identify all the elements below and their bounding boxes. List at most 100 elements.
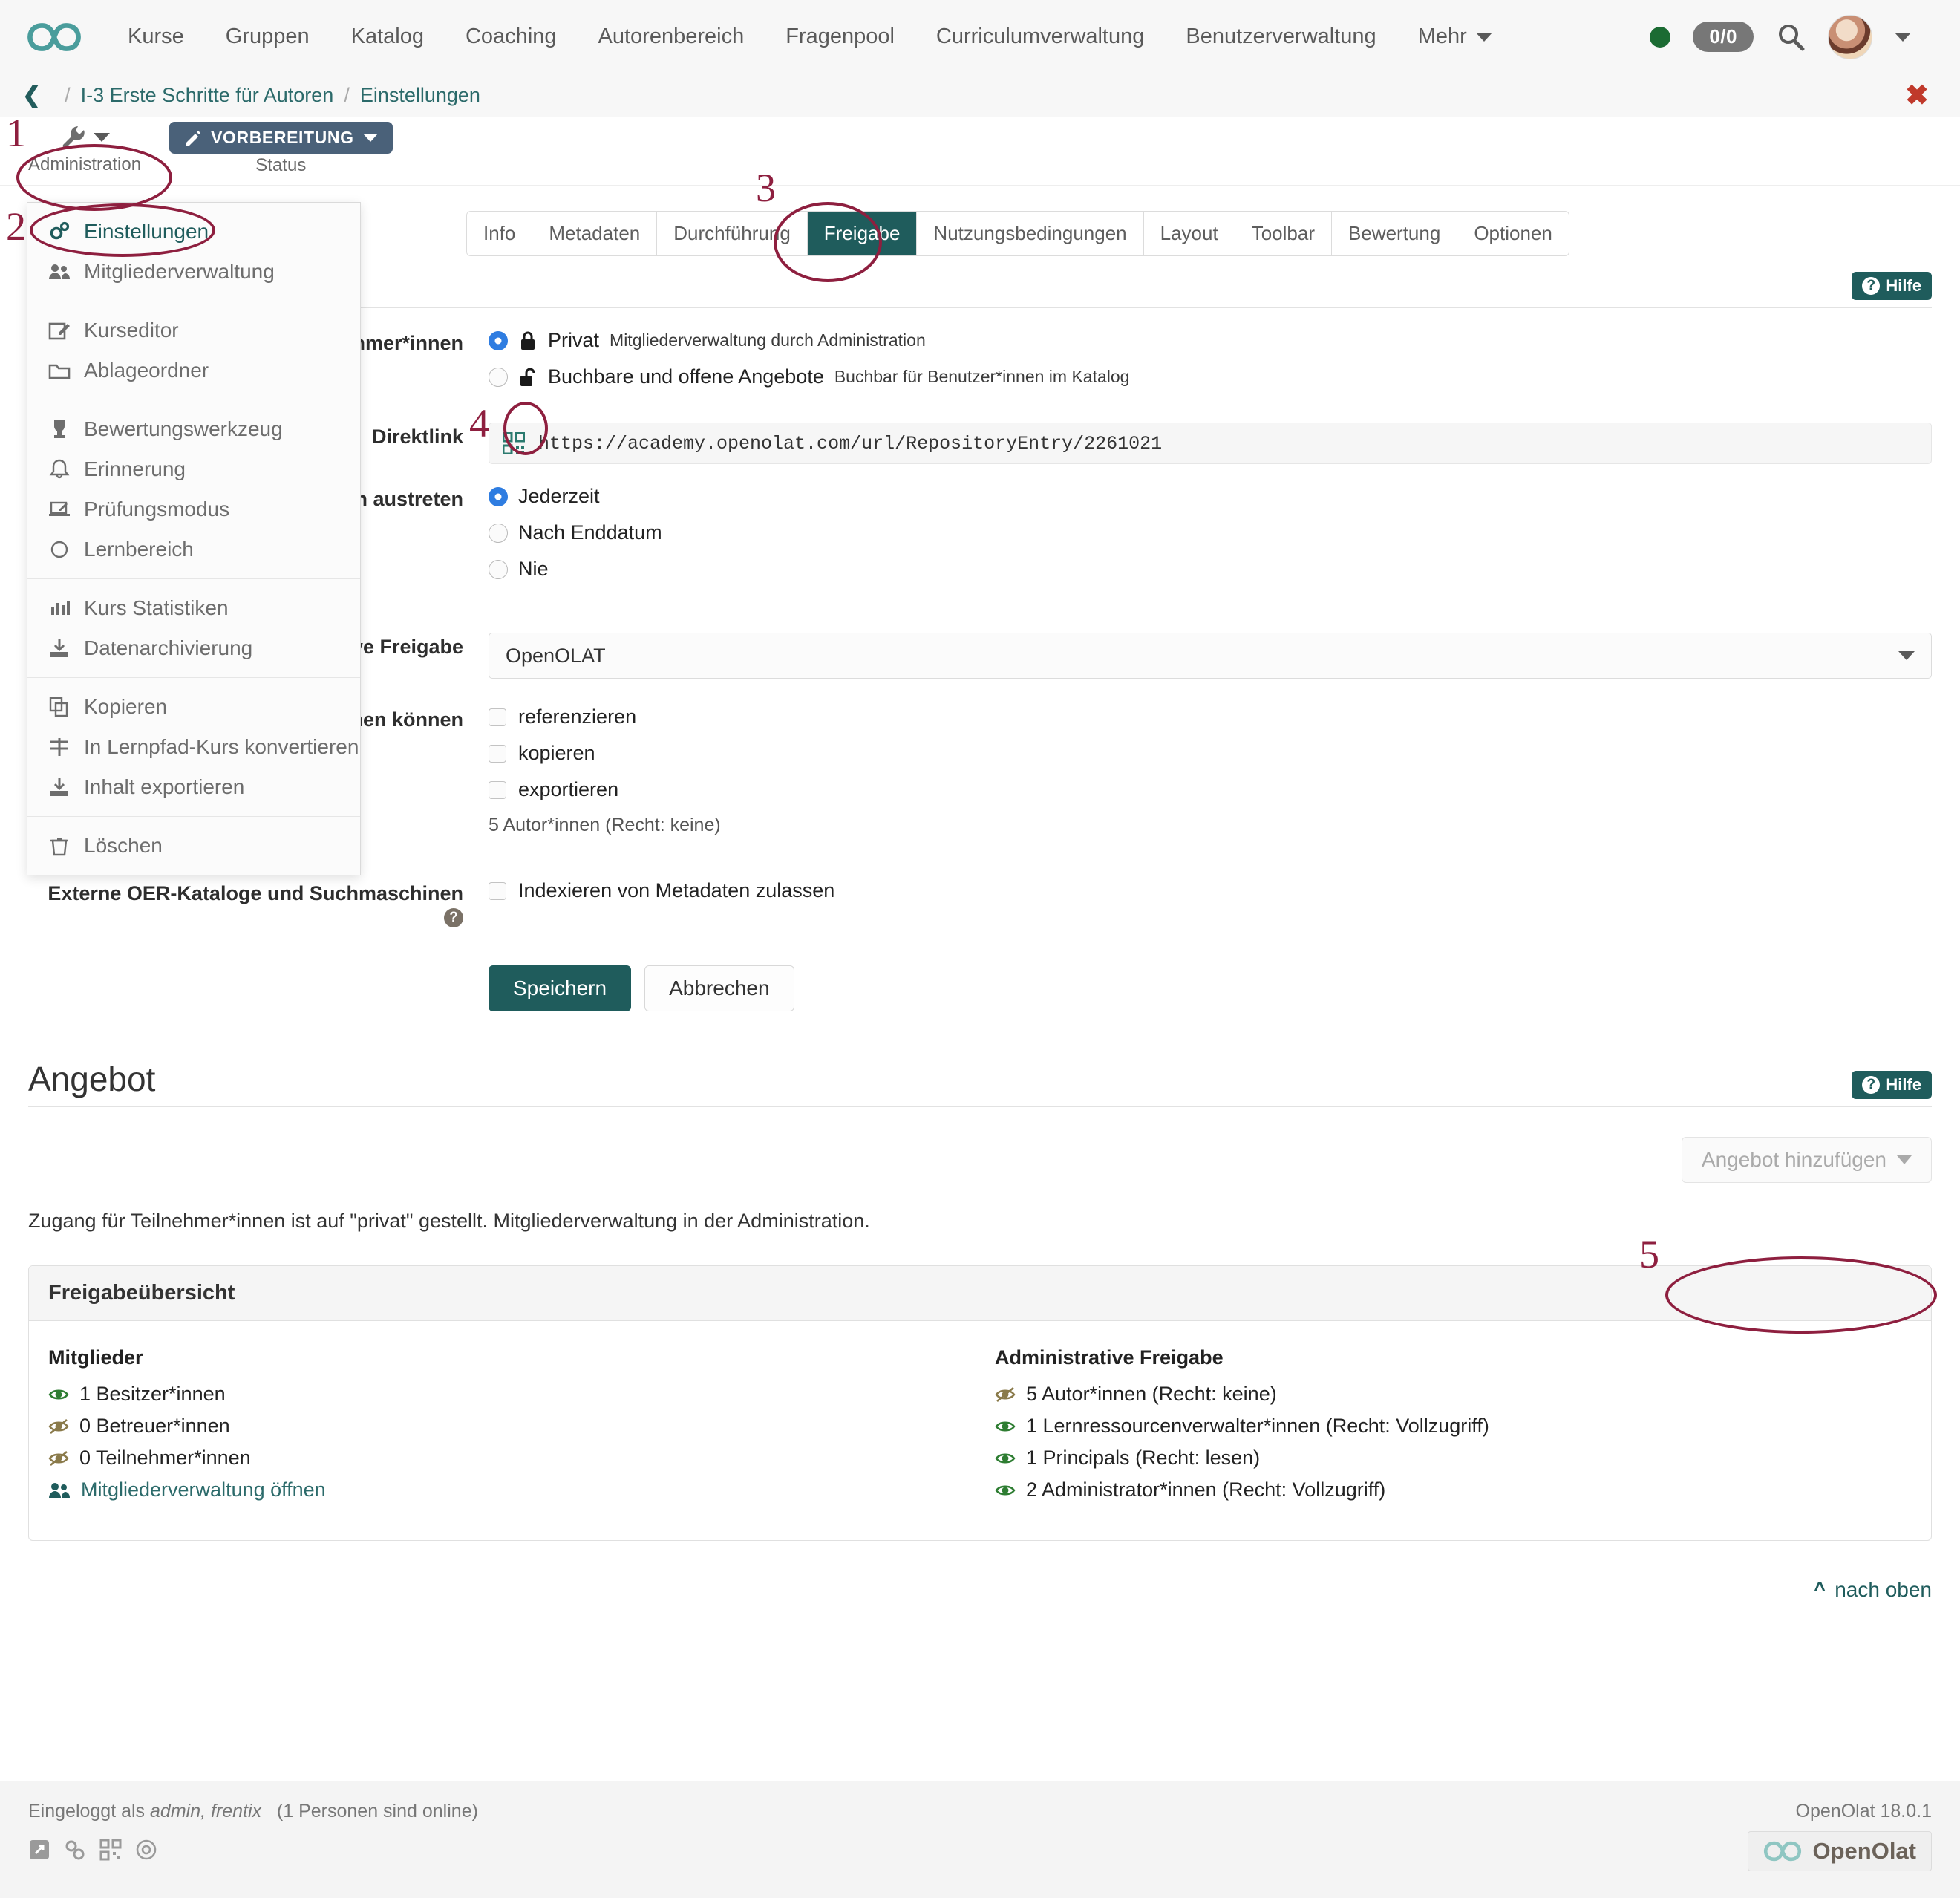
qr-code-icon[interactable]	[503, 432, 525, 454]
list-item: 1 Besitzer*innen	[48, 1383, 965, 1406]
access-option-buchbar[interactable]: Buchbare und offene Angebote Buchbar für…	[489, 365, 1932, 388]
breadcrumb-item-course[interactable]: I-3 Erste Schritte für Autoren	[81, 84, 334, 107]
tab-durchfuehrung[interactable]: Durchführung	[657, 212, 808, 255]
qr-code-icon[interactable]	[99, 1839, 122, 1861]
close-icon[interactable]: ✖	[1905, 82, 1929, 110]
back-to-top-link[interactable]: ^nach oben	[28, 1578, 1932, 1602]
angebot-actions: Angebot hinzufügen	[28, 1137, 1932, 1183]
menu-item-in-lernpfad-kurs-konvertieren[interactable]: In Lernpfad-Kurs konvertieren	[27, 727, 360, 767]
nav-item-autorenbereich[interactable]: Autorenbereich	[578, 25, 765, 49]
chevron-down-icon	[1898, 651, 1915, 660]
tab-bewertung[interactable]: Bewertung	[1332, 212, 1457, 255]
authors-note: 5 Autor*innen (Recht: keine)	[489, 815, 1932, 836]
menu-item-loeschen[interactable]: Löschen	[27, 826, 360, 866]
menu-item-erinnerung[interactable]: Erinnerung	[27, 449, 360, 489]
checkbox-exportieren-box[interactable]	[489, 781, 506, 799]
impressum-icon[interactable]	[28, 1839, 50, 1861]
help-button-freigabe[interactable]: ? Hilfe	[1852, 272, 1932, 300]
admin-release-select[interactable]: OpenOLAT	[489, 633, 1932, 679]
menu-item-inhalt-exportieren[interactable]: Inhalt exportieren	[27, 767, 360, 807]
online-status-dot	[1650, 27, 1670, 48]
tab-freigabe[interactable]: Freigabe	[808, 212, 918, 255]
menu-item-kurseditor[interactable]: Kurseditor	[27, 310, 360, 350]
menu-item-inhalt-exportieren-label: Inhalt exportieren	[84, 775, 244, 799]
help-button-angebot[interactable]: ? Hilfe	[1852, 1071, 1932, 1099]
menu-item-loeschen-label: Löschen	[84, 834, 163, 858]
admin-release-value: OpenOLAT	[506, 645, 606, 668]
nav-item-curriculumverwaltung[interactable]: Curriculumverwaltung	[915, 25, 1165, 49]
target-icon[interactable]	[135, 1839, 157, 1861]
menu-item-kopieren[interactable]: Kopieren	[27, 687, 360, 727]
user-menu-chevron-down-icon[interactable]	[1895, 33, 1911, 42]
access-option-buchbar-sub: Buchbar für Benutzer*innen im Katalog	[834, 367, 1130, 387]
status-button[interactable]: VORBEREITUNG	[169, 122, 393, 154]
menu-item-lernbereich[interactable]: Lernbereich	[27, 529, 360, 570]
open-mitgliederverwaltung-link[interactable]: Mitgliederverwaltung öffnen	[48, 1478, 965, 1501]
checkbox-exportieren[interactable]: exportieren	[489, 778, 1932, 801]
checkbox-referenzieren-box[interactable]	[489, 708, 506, 726]
administrative-freigabe-column: Administrative Freigabe 5 Autor*innen (R…	[995, 1346, 1912, 1510]
checkbox-index-metadata[interactable]: Indexieren von Metadaten zulassen	[489, 879, 1932, 902]
radio-privat[interactable]	[489, 331, 508, 350]
menu-item-kurs-statistiken[interactable]: Kurs Statistiken	[27, 588, 360, 628]
tab-optionen[interactable]: Optionen	[1457, 212, 1569, 255]
tab-nutzungsbedingungen[interactable]: Nutzungsbedingungen	[917, 212, 1143, 255]
gears-icon	[48, 221, 71, 243]
status-label: Status	[255, 155, 306, 176]
menu-item-datenarchivierung[interactable]: Datenarchivierung	[27, 628, 360, 668]
menu-item-einstellungen[interactable]: Einstellungen	[27, 212, 360, 252]
chevron-left-icon[interactable]: ❮	[22, 82, 41, 108]
access-option-privat[interactable]: Privat Mitgliederverwaltung durch Admini…	[489, 329, 1932, 352]
edit-square-icon	[48, 319, 71, 342]
oer-label: Externe OER-Kataloge und Suchmaschinen	[48, 882, 463, 904]
notification-badge[interactable]: 0/0	[1693, 22, 1754, 52]
checkbox-referenzieren[interactable]: referenzieren	[489, 705, 1932, 728]
access-options: Privat Mitgliederverwaltung durch Admini…	[489, 329, 1932, 402]
administration-tool[interactable]: Administration	[28, 122, 141, 175]
save-button[interactable]: Speichern	[489, 965, 631, 1011]
direktlink-box[interactable]: https://academy.openolat.com/url/Reposit…	[489, 423, 1932, 464]
nav-item-coaching[interactable]: Coaching	[445, 25, 578, 49]
radio-nie[interactable]	[489, 560, 508, 579]
nav-item-katalog[interactable]: Katalog	[330, 25, 445, 49]
radio-jederzeit[interactable]	[489, 487, 508, 506]
checkbox-index-metadata-box[interactable]	[489, 882, 506, 900]
status-tool[interactable]: VORBEREITUNG Status	[169, 122, 393, 176]
infinity-logo[interactable]	[27, 16, 82, 58]
checkbox-kopieren-box[interactable]	[489, 745, 506, 763]
direktlink-control: https://academy.openolat.com/url/Reposit…	[489, 423, 1932, 464]
add-angebot-button[interactable]: Angebot hinzufügen	[1682, 1137, 1932, 1183]
nav-item-fragenpool[interactable]: Fragenpool	[765, 25, 915, 49]
tab-toolbar[interactable]: Toolbar	[1235, 212, 1332, 255]
menu-item-ablageordner[interactable]: Ablageordner	[27, 350, 360, 391]
question-circle-icon[interactable]: ?	[444, 908, 463, 927]
nav-item-kurse[interactable]: Kurse	[107, 25, 205, 49]
access-option-privat-title: Privat	[548, 329, 599, 352]
leave-option-nie[interactable]: Nie	[489, 558, 1932, 581]
link-icon[interactable]	[64, 1839, 86, 1861]
tab-layout[interactable]: Layout	[1144, 212, 1235, 255]
openolat-brand-badge[interactable]: OpenOlat	[1748, 1831, 1932, 1871]
menu-divider	[27, 816, 360, 817]
breadcrumb-item-settings[interactable]: Einstellungen	[360, 84, 480, 107]
search-icon[interactable]	[1776, 22, 1806, 52]
tab-metadaten[interactable]: Metadaten	[532, 212, 657, 255]
cancel-button[interactable]: Abbrechen	[644, 965, 794, 1011]
user-avatar[interactable]	[1828, 15, 1872, 59]
nav-item-gruppen[interactable]: Gruppen	[205, 25, 330, 49]
administrative-freigabe-title: Administrative Freigabe	[995, 1346, 1912, 1369]
question-mark-icon: ?	[1862, 1076, 1880, 1094]
menu-item-mitgliederverwaltung[interactable]: Mitgliederverwaltung	[27, 252, 360, 292]
tab-info[interactable]: Info	[467, 212, 532, 255]
leave-option-jederzeit[interactable]: Jederzeit	[489, 485, 1932, 508]
radio-buchbar[interactable]	[489, 368, 508, 387]
menu-item-bewertungswerkzeug[interactable]: Bewertungswerkzeug	[27, 409, 360, 449]
radio-nach-enddatum[interactable]	[489, 524, 508, 543]
nav-item-benutzerverwaltung[interactable]: Benutzerverwaltung	[1165, 25, 1396, 49]
access-option-buchbar-title: Buchbare und offene Angebote	[548, 365, 824, 388]
menu-item-pruefungsmodus[interactable]: Prüfungsmodus	[27, 489, 360, 529]
leave-option-nach-enddatum[interactable]: Nach Enddatum	[489, 521, 1932, 544]
checkbox-kopieren[interactable]: kopieren	[489, 742, 1932, 765]
leave-option-jederzeit-label: Jederzeit	[518, 485, 600, 508]
nav-item-mehr[interactable]: Mehr	[1397, 25, 1513, 49]
